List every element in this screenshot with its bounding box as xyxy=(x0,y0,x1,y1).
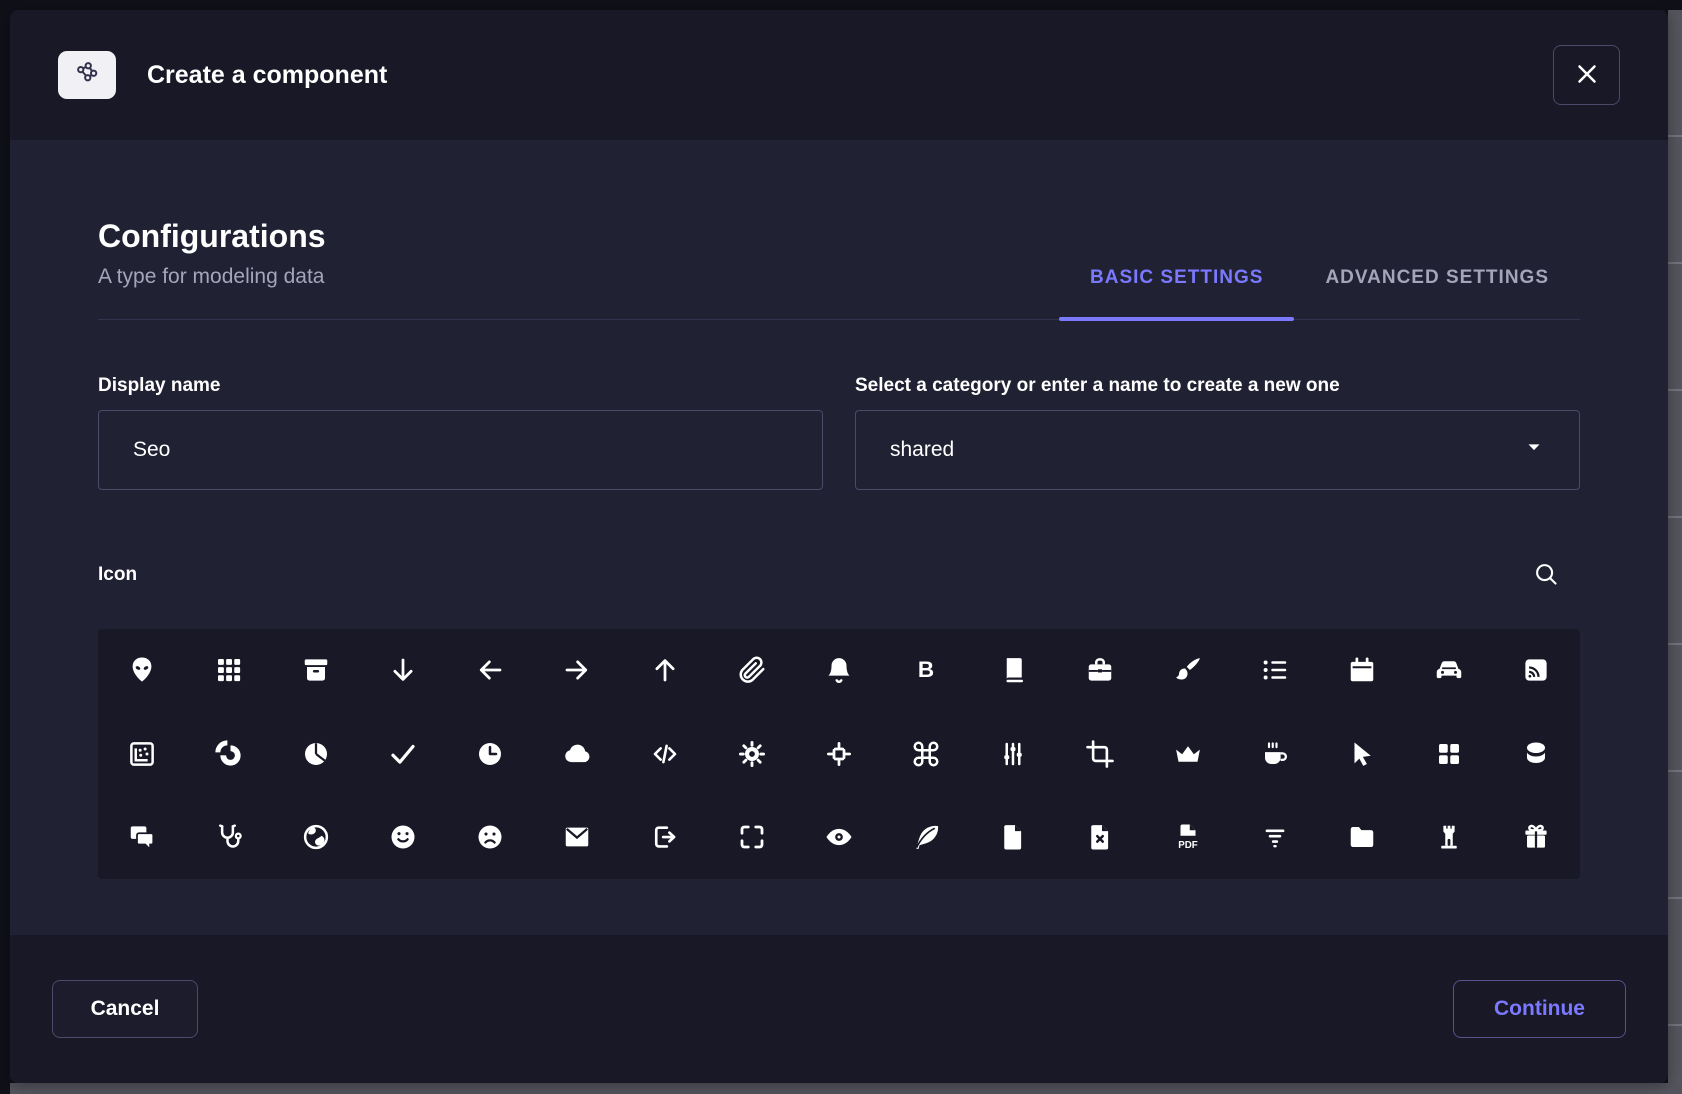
section-heading: Configurations A type for modeling data xyxy=(98,218,326,319)
background-content-strip-right xyxy=(1668,10,1682,1084)
icon-grid-row: B xyxy=(98,629,1580,712)
icon-grid: B PDF xyxy=(98,629,1580,879)
section-subtitle: A type for modeling data xyxy=(98,265,326,319)
icon-section-header: Icon xyxy=(98,558,1580,593)
cancel-button[interactable]: Cancel xyxy=(52,980,198,1038)
stethoscope-icon[interactable] xyxy=(185,795,272,878)
icon-section-label: Icon xyxy=(98,564,137,586)
eye-icon[interactable] xyxy=(795,795,882,878)
apps-grid-icon[interactable] xyxy=(185,629,272,712)
display-name-field: Display name xyxy=(98,375,823,490)
bell-icon[interactable] xyxy=(795,629,882,712)
create-component-modal: Create a component Configurations A type… xyxy=(10,10,1668,1083)
component-nodes-icon xyxy=(72,58,102,93)
display-name-label: Display name xyxy=(98,375,823,397)
database-icon[interactable] xyxy=(1493,712,1580,795)
file-icon[interactable] xyxy=(970,795,1057,878)
arrow-left-icon[interactable] xyxy=(447,629,534,712)
car-icon[interactable] xyxy=(1406,629,1493,712)
arrow-right-icon[interactable] xyxy=(534,629,621,712)
check-icon[interactable] xyxy=(360,712,447,795)
icon-search-button[interactable] xyxy=(1526,558,1566,593)
icon-grid-row xyxy=(98,712,1580,795)
cursor-icon[interactable] xyxy=(1318,712,1405,795)
alien-icon[interactable] xyxy=(98,629,185,712)
book-icon[interactable] xyxy=(970,629,1057,712)
cast-icon[interactable] xyxy=(1493,629,1580,712)
emotion-happy-icon[interactable] xyxy=(360,795,447,878)
command-icon[interactable] xyxy=(883,712,970,795)
category-select-value: shared xyxy=(890,438,954,462)
arrow-up-icon[interactable] xyxy=(621,629,708,712)
chart-doughnut-icon[interactable] xyxy=(185,712,272,795)
tab-advanced-settings[interactable]: ADVANCED SETTINGS xyxy=(1294,267,1580,319)
crown-icon[interactable] xyxy=(1144,712,1231,795)
briefcase-icon[interactable] xyxy=(1057,629,1144,712)
display-name-input[interactable] xyxy=(98,410,823,490)
envelope-icon[interactable] xyxy=(534,795,621,878)
modal-title: Create a component xyxy=(147,61,387,90)
dashboard-icon[interactable] xyxy=(1406,712,1493,795)
paint-brush-icon[interactable] xyxy=(1144,629,1231,712)
filter-icon[interactable] xyxy=(1231,795,1318,878)
gift-icon[interactable] xyxy=(1493,795,1580,878)
settings-tabs: BASIC SETTINGS ADVANCED SETTINGS xyxy=(1059,267,1580,319)
chart-bubble-icon[interactable] xyxy=(98,712,185,795)
category-label: Select a category or enter a name to cre… xyxy=(855,375,1580,397)
section-header-row: Configurations A type for modeling data … xyxy=(98,218,1580,320)
chevron-down-icon xyxy=(1523,436,1545,464)
expand-icon[interactable] xyxy=(708,795,795,878)
earth-icon[interactable] xyxy=(272,795,359,878)
file-pdf-icon[interactable]: PDF xyxy=(1144,795,1231,878)
collapse-icon[interactable] xyxy=(795,712,882,795)
folder-icon[interactable] xyxy=(1318,795,1405,878)
cloud-icon[interactable] xyxy=(534,712,621,795)
search-icon xyxy=(1532,576,1560,591)
bold-icon[interactable]: B xyxy=(883,629,970,712)
clock-icon[interactable] xyxy=(447,712,534,795)
cog-icon[interactable] xyxy=(708,712,795,795)
svg-text:PDF: PDF xyxy=(1178,840,1198,851)
feather-icon[interactable] xyxy=(883,795,970,878)
modal-header: Create a component xyxy=(10,10,1668,140)
svg-text:B: B xyxy=(918,657,934,682)
archive-icon[interactable] xyxy=(272,629,359,712)
modal-body: Configurations A type for modeling data … xyxy=(10,140,1668,935)
section-title: Configurations xyxy=(98,218,326,255)
crop-icon[interactable] xyxy=(1057,712,1144,795)
discuss-icon[interactable] xyxy=(98,795,185,878)
close-button[interactable] xyxy=(1553,45,1620,105)
tab-basic-settings[interactable]: BASIC SETTINGS xyxy=(1059,267,1294,319)
calendar-icon[interactable] xyxy=(1318,629,1405,712)
arrow-down-icon[interactable] xyxy=(360,629,447,712)
icon-grid-row: PDF xyxy=(98,795,1580,878)
code-icon[interactable] xyxy=(621,712,708,795)
continue-button[interactable]: Continue xyxy=(1453,980,1626,1038)
sliders-icon[interactable] xyxy=(970,712,1057,795)
component-chip xyxy=(58,51,116,99)
exit-icon[interactable] xyxy=(621,795,708,878)
chart-pie-icon[interactable] xyxy=(272,712,359,795)
coffee-cup-icon[interactable] xyxy=(1231,712,1318,795)
modal-footer: Cancel Continue xyxy=(10,935,1668,1083)
form-row: Display name Select a category or enter … xyxy=(98,375,1580,490)
background-content-strip-bottom xyxy=(10,1083,1682,1094)
emotion-unhappy-icon[interactable] xyxy=(447,795,534,878)
bullet-list-icon[interactable] xyxy=(1231,629,1318,712)
file-error-icon[interactable] xyxy=(1057,795,1144,878)
castle-gate-icon[interactable] xyxy=(1406,795,1493,878)
attachment-icon[interactable] xyxy=(708,629,795,712)
category-field: Select a category or enter a name to cre… xyxy=(855,375,1580,490)
category-select[interactable]: shared xyxy=(855,410,1580,490)
close-icon xyxy=(1572,59,1602,92)
